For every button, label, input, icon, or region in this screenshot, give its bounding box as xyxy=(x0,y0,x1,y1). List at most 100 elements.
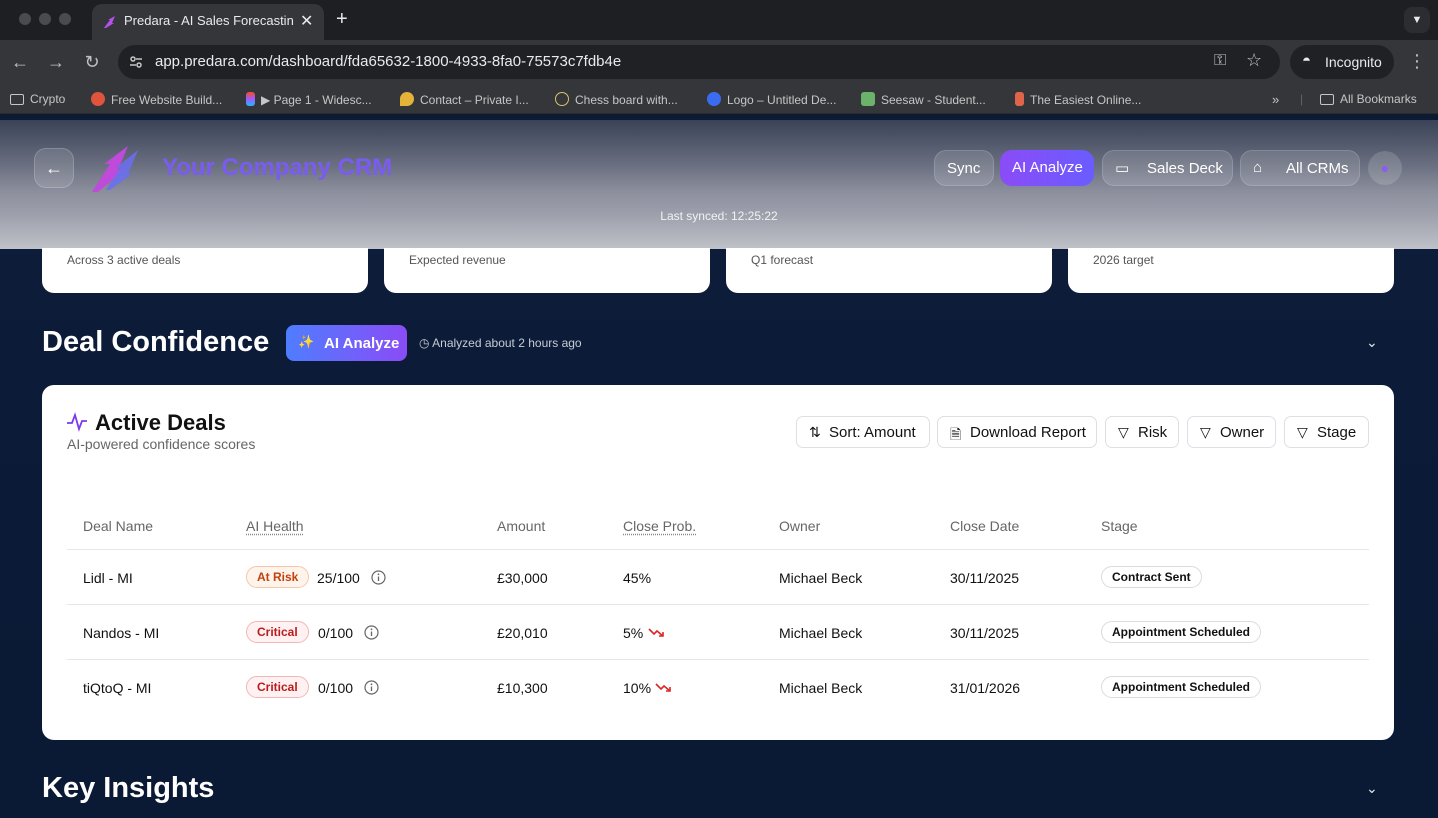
header-ai-analyze-button[interactable]: AI Analyze xyxy=(1000,150,1094,186)
info-icon[interactable] xyxy=(371,570,386,585)
password-key-icon[interactable]: ⚿ xyxy=(1214,52,1226,70)
sales-deck-label: Sales Deck xyxy=(1147,160,1223,177)
bookmark-item[interactable]: ▶ Page 1 - Widesc... xyxy=(246,92,372,107)
collapse-chevron-icon[interactable]: ⌄ xyxy=(1366,334,1378,351)
predara-favicon-icon xyxy=(104,16,115,28)
table-divider xyxy=(67,604,1369,605)
bulb-icon xyxy=(555,92,569,106)
kpi-card: Q1 forecast xyxy=(726,248,1052,293)
address-bar[interactable]: app.predara.com/dashboard/fda65632-1800-… xyxy=(118,45,1280,79)
bookmark-item[interactable]: Free Website Build... xyxy=(91,92,222,107)
image-icon xyxy=(861,92,875,106)
incognito-icon: ◓ xyxy=(1302,52,1312,69)
close-date: 30/11/2025 xyxy=(950,625,1020,641)
window-close-dot[interactable] xyxy=(19,13,31,25)
window-minimize-dot[interactable] xyxy=(39,13,51,25)
forward-arrow-icon[interactable]: → xyxy=(45,51,67,73)
info-icon[interactable] xyxy=(364,680,379,695)
filter-icon: ▽ xyxy=(1118,424,1129,440)
table-divider xyxy=(67,659,1369,660)
column-header-ai-health[interactable]: AI Health xyxy=(246,518,304,534)
sync-button[interactable]: Sync xyxy=(934,150,994,186)
new-tab-icon[interactable]: + xyxy=(336,8,348,31)
deal-name[interactable]: Nandos - MI xyxy=(83,625,159,641)
all-crms-label: All CRMs xyxy=(1286,160,1349,177)
back-arrow-icon[interactable]: ← xyxy=(9,51,31,73)
tab-title: Predara - AI Sales Forecasting xyxy=(124,13,294,28)
all-bookmarks[interactable]: All Bookmarks xyxy=(1320,92,1417,106)
stage-filter-button[interactable]: ▽ Stage xyxy=(1284,416,1369,448)
owner-filter-button[interactable]: ▽ Owner xyxy=(1187,416,1276,448)
bookmarks-overflow-icon[interactable]: » xyxy=(1272,92,1279,107)
browser-toolbar: ← → ↻ app.predara.com/dashboard/fda65632… xyxy=(0,40,1438,84)
kpi-subtext: Across 3 active deals xyxy=(67,253,181,267)
kpi-subtext: Q1 forecast xyxy=(751,253,814,267)
user-avatar[interactable]: ● xyxy=(1368,151,1402,185)
risk-label: Risk xyxy=(1138,424,1168,441)
sort-button[interactable]: ⇅ Sort: Amount xyxy=(796,416,930,448)
home-icon: ⌂ xyxy=(1253,159,1263,176)
download-report-button[interactable]: 🗎 Download Report xyxy=(937,416,1097,448)
incognito-indicator[interactable]: ◓ Incognito xyxy=(1290,45,1394,79)
active-deals-card: Active Deals AI-powered confidence score… xyxy=(42,385,1394,740)
filter-icon: ▽ xyxy=(1297,424,1308,440)
deal-name[interactable]: tiQtoQ - MI xyxy=(83,680,151,696)
bookmark-item[interactable]: The Easiest Online... xyxy=(1015,92,1141,107)
owner-label: Owner xyxy=(1220,424,1265,441)
column-header-owner[interactable]: Owner xyxy=(779,518,820,534)
column-header-close-date[interactable]: Close Date xyxy=(950,518,1019,534)
deal-owner: Michael Beck xyxy=(779,680,863,696)
sync-label: Sync xyxy=(947,160,981,177)
brand-logo-icon xyxy=(92,146,138,192)
column-header-deal-name[interactable]: Deal Name xyxy=(83,518,153,534)
monitor-icon: ▭ xyxy=(1115,160,1130,177)
stage-badge: Contract Sent xyxy=(1101,566,1202,588)
reload-icon[interactable]: ↻ xyxy=(81,51,103,73)
bookmark-item[interactable]: Contact – Private I... xyxy=(400,92,529,107)
health-score: 0/100 xyxy=(318,680,354,696)
health-badge: Critical xyxy=(246,621,309,643)
risk-filter-button[interactable]: ▽ Risk xyxy=(1105,416,1179,448)
brush-icon xyxy=(1015,92,1024,106)
column-header-stage[interactable]: Stage xyxy=(1101,518,1138,534)
kpi-card: Expected revenue xyxy=(384,248,710,293)
file-download-icon: 🗎 xyxy=(950,426,962,442)
trend-down-icon xyxy=(655,683,671,692)
url-text: app.predara.com/dashboard/fda65632-1800-… xyxy=(155,53,622,70)
sales-deck-button[interactable]: ▭ Sales Deck xyxy=(1102,150,1233,186)
company-name: Your Company CRM xyxy=(162,154,393,181)
window-zoom-dot[interactable] xyxy=(59,13,71,25)
incognito-label: Incognito xyxy=(1325,54,1382,70)
stage-badge: Appointment Scheduled xyxy=(1101,621,1261,643)
browser-menu-icon[interactable]: ⋮ xyxy=(1408,51,1426,72)
bookmark-item[interactable]: Crypto xyxy=(10,92,65,106)
browser-tab-active[interactable]: Predara - AI Sales Forecasting ✕ xyxy=(92,4,324,40)
bookmark-star-icon[interactable]: ☆ xyxy=(1246,50,1262,71)
bookmark-item[interactable]: Chess board with... xyxy=(555,92,678,107)
collapse-chevron-icon[interactable]: ⌄ xyxy=(1366,780,1378,797)
info-icon[interactable] xyxy=(364,625,379,640)
bookmark-item[interactable]: Logo – Untitled De... xyxy=(707,92,836,107)
all-crms-button[interactable]: ⌂ All CRMs xyxy=(1240,150,1360,186)
stage-badge: Appointment Scheduled xyxy=(1101,676,1261,698)
deal-confidence-title: Deal Confidence xyxy=(42,326,270,358)
bookmarks-divider: | xyxy=(1300,92,1304,106)
close-date: 31/01/2026 xyxy=(950,680,1021,696)
drop-icon xyxy=(400,92,414,106)
deal-confidence-ai-analyze-button[interactable]: ✨ AI Analyze xyxy=(286,325,407,361)
back-button[interactable]: ← xyxy=(34,148,74,188)
tab-search-chevron-icon[interactable]: ▼ xyxy=(1404,7,1430,33)
ai-analyze-label: AI Analyze xyxy=(324,335,400,352)
kpi-subtext: 2026 target xyxy=(1093,253,1154,267)
folder-icon xyxy=(1320,94,1334,105)
column-header-close-prob[interactable]: Close Prob. xyxy=(623,518,696,534)
column-header-amount[interactable]: Amount xyxy=(497,518,545,534)
bookmark-item[interactable]: Seesaw - Student... xyxy=(861,92,986,107)
tab-close-icon[interactable]: ✕ xyxy=(300,11,313,31)
deal-name[interactable]: Lidl - MI xyxy=(83,570,133,586)
site-settings-icon[interactable] xyxy=(128,54,144,70)
health-badge: At Risk xyxy=(246,566,310,588)
app-viewport: ← Your Company CRM Sync AI Analyze ▭ Sal… xyxy=(0,120,1438,818)
sparkles-icon: ✨ xyxy=(298,334,315,349)
stage-label: Stage xyxy=(1317,424,1357,441)
